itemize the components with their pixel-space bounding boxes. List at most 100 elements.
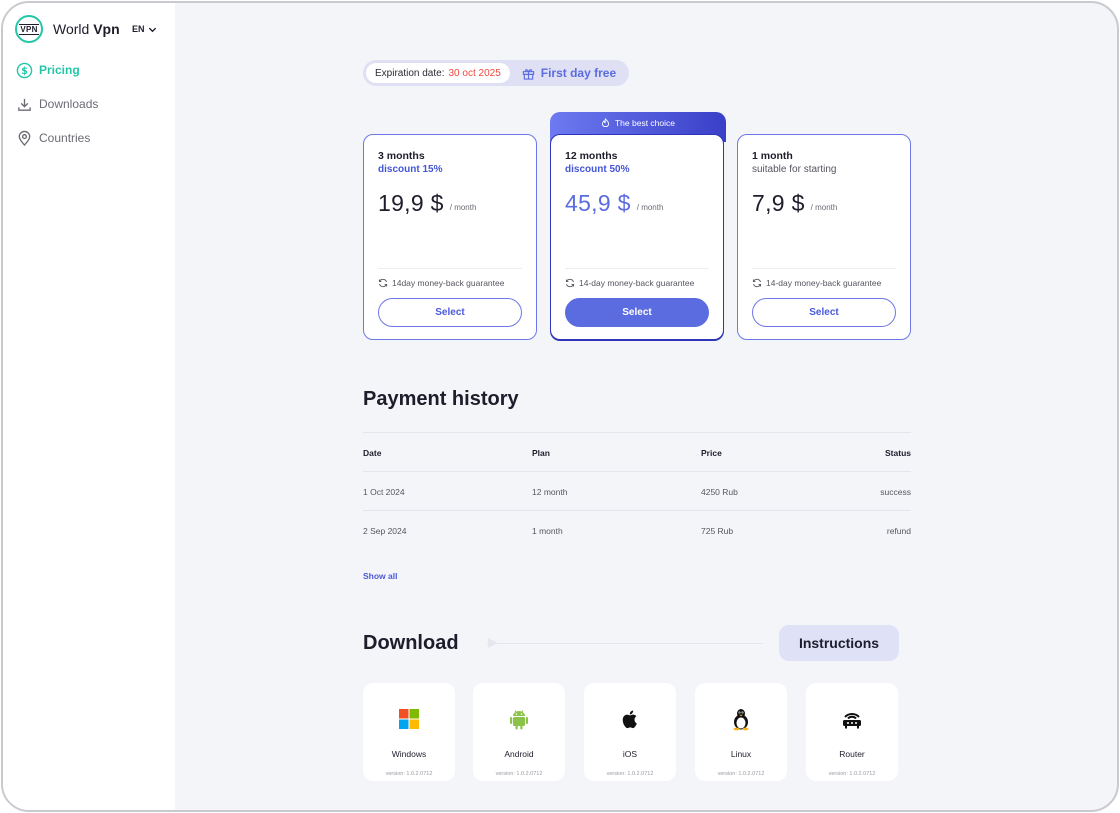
app-window: VPN World Vpn EN $ Pricing Downloads Cou… [1, 1, 1119, 812]
cell-status: refund [886, 526, 911, 536]
plan-name: 3 months [378, 150, 425, 162]
sidebar: VPN World Vpn EN $ Pricing Downloads Cou… [3, 3, 175, 810]
guarantee-text: 14-day money-back guarantee [579, 278, 695, 288]
plan-description: suitable for starting [752, 164, 837, 175]
platform-name: Android [504, 749, 534, 759]
select-plan-button[interactable]: Select [565, 298, 709, 327]
price-amount: 45,9 $ [565, 190, 631, 216]
platform-name: iOS [622, 749, 638, 759]
plan-price: 19,9 $ / month [378, 190, 522, 217]
table-row: 1 Oct 2024 12 month 4250 Rub success [363, 471, 911, 510]
refresh-dollar-icon [752, 278, 762, 288]
linux-tux-icon [733, 709, 749, 731]
cell-plan: 12 month [532, 487, 568, 497]
gift-icon [522, 68, 534, 80]
sidebar-item-label: Pricing [39, 63, 80, 77]
cell-price: 725 Rub [701, 526, 734, 536]
expiration-label: Expiration date: [375, 67, 445, 79]
price-period: / month [449, 203, 477, 212]
expiration-date-pill: Expiration date: 30 oct 2025 [366, 63, 510, 83]
platform-linux[interactable]: Linux version: 1.0.2.0712 [695, 683, 787, 781]
platform-android[interactable]: Android version: 1.0.2.0712 [473, 683, 565, 781]
svg-text:$: $ [21, 65, 28, 76]
dollar-circle-icon: $ [15, 61, 33, 79]
price-period: / month [636, 203, 664, 212]
decorative-arrow-line [487, 643, 763, 644]
cell-price: 4250 Rub [701, 487, 738, 497]
platform-version: version: 1.0.2.0712 [828, 771, 876, 777]
brand-name: World Vpn [53, 21, 120, 37]
cell-date: 2 Sep 2024 [363, 526, 407, 536]
price-amount: 7,9 $ [752, 190, 805, 216]
sidebar-item-label: Countries [39, 131, 91, 145]
expiration-date: 30 oct 2025 [448, 67, 501, 79]
sidebar-nav: $ Pricing Downloads Countries [15, 59, 98, 161]
chevron-down-icon [148, 27, 156, 32]
promo-first-day-free[interactable]: First day free [522, 66, 616, 80]
guarantee-text: 14-day money-back guarantee [766, 278, 882, 288]
language-selector[interactable]: EN [132, 24, 157, 34]
refresh-dollar-icon [378, 278, 388, 288]
platform-name: Router [839, 749, 865, 759]
platform-ios[interactable]: iOS version: 1.0.2.0712 [584, 683, 676, 781]
money-back-guarantee: 14-day money-back guarantee [565, 278, 694, 288]
money-back-guarantee: 14-day money-back guarantee [752, 278, 881, 288]
apple-icon [622, 710, 637, 729]
plan-discount: discount 50% [565, 164, 630, 175]
platform-windows[interactable]: Windows version: 1.0.2.0712 [363, 683, 455, 781]
promo-label: First day free [540, 66, 617, 80]
guarantee-text: 14day money-back guarantee [392, 278, 505, 288]
platform-version: version: 1.0.2.0712 [385, 771, 433, 777]
platform-version: version: 1.0.2.0712 [495, 771, 543, 777]
windows-icon [399, 709, 419, 729]
logo[interactable]: VPN World Vpn [15, 15, 120, 43]
table-row: 2 Sep 2024 1 month 725 Rub refund [363, 510, 911, 549]
sidebar-item-downloads[interactable]: Downloads [15, 93, 98, 115]
main-content: Expiration date: 30 oct 2025 First day f… [175, 3, 1117, 810]
plan-card-12-months: 12 months discount 50% 45,9 $ / month 14… [550, 134, 724, 340]
download-title: Download [363, 632, 459, 654]
select-plan-button[interactable]: Select [752, 298, 896, 327]
select-plan-button[interactable]: Select [378, 298, 522, 327]
plan-name: 1 month [752, 150, 793, 162]
platform-router[interactable]: Router version: 1.0.2.0712 [806, 683, 898, 781]
sidebar-item-countries[interactable]: Countries [15, 127, 98, 149]
plan-price: 45,9 $ / month [565, 190, 709, 217]
download-icon [15, 95, 33, 113]
show-all-link[interactable]: Show all [363, 571, 397, 581]
platform-name: Windows [391, 749, 427, 759]
plan-card-1-month: 1 month suitable for starting 7,9 $ / mo… [737, 134, 911, 340]
platform-version: version: 1.0.2.0712 [606, 771, 654, 777]
cell-date: 1 Oct 2024 [363, 487, 405, 497]
column-header-plan: Plan [532, 448, 550, 458]
location-pin-icon [15, 129, 33, 147]
payment-history-title: Payment history [363, 388, 519, 410]
router-icon [841, 708, 863, 730]
column-header-date: Date [363, 448, 382, 458]
plan-card-3-months: 3 months discount 15% 19,9 $ / month 14d… [363, 134, 537, 340]
brand-name-bold: Vpn [93, 21, 120, 37]
plan-name: 12 months [565, 150, 618, 162]
card-divider [378, 268, 522, 269]
plan-price: 7,9 $ / month [752, 190, 896, 217]
price-period: / month [810, 203, 838, 212]
sidebar-item-pricing[interactable]: $ Pricing [15, 59, 98, 81]
logo-badge-text: VPN [19, 23, 39, 35]
vpn-logo-icon: VPN [15, 15, 43, 43]
sidebar-item-label: Downloads [39, 97, 99, 111]
money-back-guarantee: 14day money-back guarantee [378, 278, 504, 288]
flame-icon [601, 118, 610, 127]
column-header-price: Price [701, 448, 722, 458]
cell-status: success [880, 487, 911, 497]
decorative-arrow-tip [488, 638, 498, 648]
platform-version: version: 1.0.2.0712 [717, 771, 765, 777]
instructions-button[interactable]: Instructions [779, 625, 899, 661]
platform-name: Linux [730, 749, 752, 759]
table-header: Date Plan Price Status [363, 432, 911, 471]
column-header-status: Status [885, 448, 911, 458]
card-divider [752, 268, 896, 269]
plan-discount: discount 15% [378, 164, 443, 175]
language-label: EN [132, 24, 145, 34]
expiration-bar: Expiration date: 30 oct 2025 First day f… [363, 60, 629, 86]
refresh-dollar-icon [565, 278, 575, 288]
